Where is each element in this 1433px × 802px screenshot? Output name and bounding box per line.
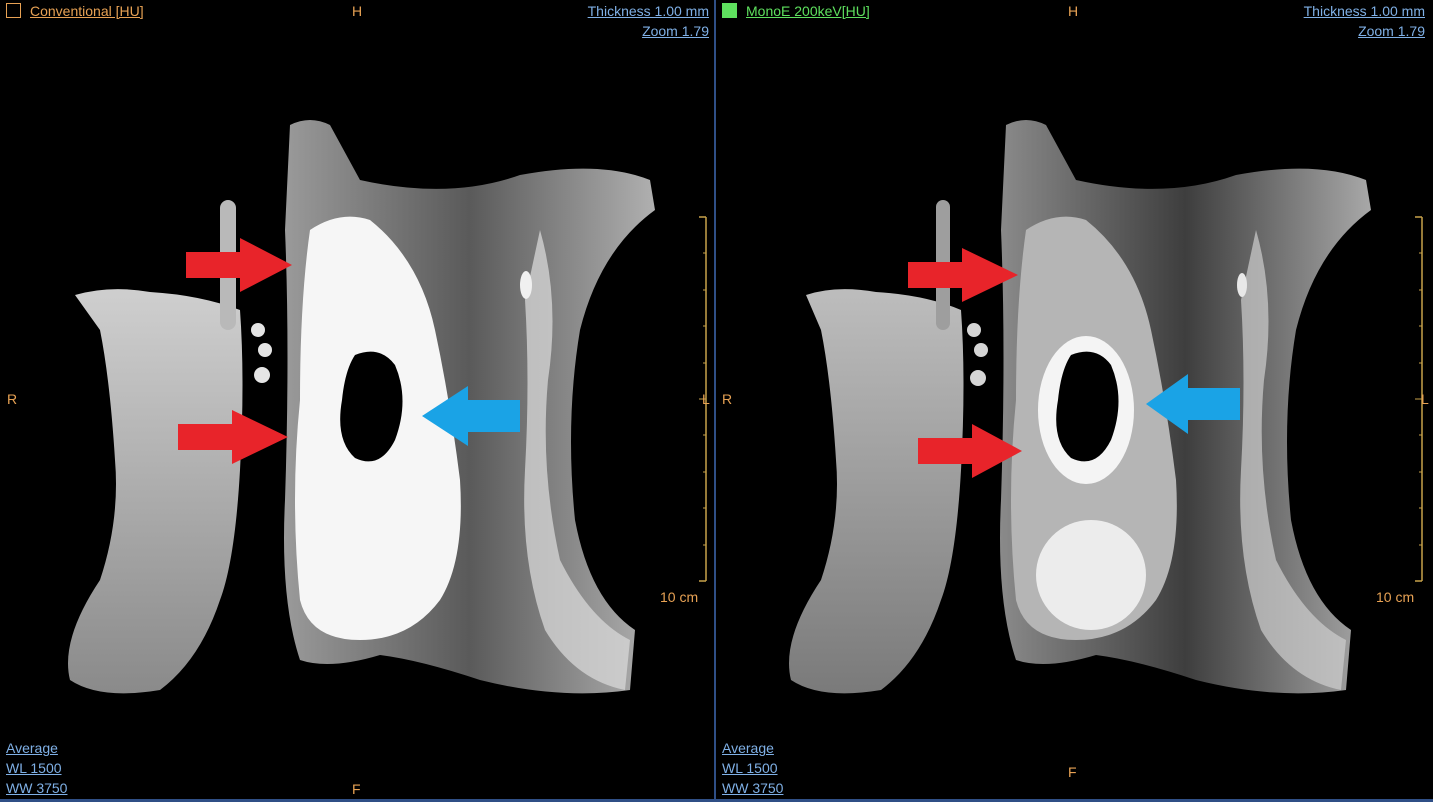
blob xyxy=(251,323,265,337)
blob xyxy=(967,323,981,337)
blob xyxy=(974,343,988,357)
window-width[interactable]: WW 3750 xyxy=(6,780,67,796)
orientation-right: L xyxy=(702,391,710,407)
ct-image-conventional[interactable] xyxy=(0,0,714,802)
series-label[interactable]: Conventional [HU] xyxy=(30,3,144,19)
projection-mode[interactable]: Average xyxy=(722,740,774,756)
fragment xyxy=(68,289,243,694)
viewport-conventional[interactable]: Conventional [HU] H F R L Thickness 1.00… xyxy=(0,0,715,802)
series-color-swatch[interactable] xyxy=(6,3,21,18)
dense-area xyxy=(1036,520,1146,630)
zoom-level[interactable]: Zoom 1.79 xyxy=(642,23,709,39)
slice-thickness[interactable]: Thickness 1.00 mm xyxy=(1304,3,1425,19)
blob xyxy=(520,271,532,299)
viewport-monoe[interactable]: MonoE 200keV[HU] H F R L Thickness 1.00 … xyxy=(716,0,1433,802)
blob xyxy=(258,343,272,357)
orientation-left: R xyxy=(722,391,733,407)
projection-mode[interactable]: Average xyxy=(6,740,58,756)
window-width[interactable]: WW 3750 xyxy=(722,780,783,796)
orientation-left: R xyxy=(7,391,18,407)
scale-label: 10 cm xyxy=(1376,589,1415,605)
orientation-top: H xyxy=(352,3,363,19)
red-arrow-upper xyxy=(186,238,292,292)
window-level[interactable]: WL 1500 xyxy=(722,760,778,776)
series-color-swatch[interactable] xyxy=(722,3,737,18)
red-arrow-upper xyxy=(908,248,1018,302)
orientation-top: H xyxy=(1068,3,1079,19)
series-label[interactable]: MonoE 200keV[HU] xyxy=(746,3,870,19)
orientation-bottom: F xyxy=(1068,764,1077,780)
blob xyxy=(970,370,986,386)
ct-image-monoe[interactable] xyxy=(716,0,1433,802)
scale-label: 10 cm xyxy=(660,589,699,605)
window-level[interactable]: WL 1500 xyxy=(6,760,62,776)
blob xyxy=(254,367,270,383)
orientation-right: L xyxy=(1421,391,1429,407)
fragment xyxy=(789,289,964,694)
orientation-bottom: F xyxy=(352,781,361,797)
slice-thickness[interactable]: Thickness 1.00 mm xyxy=(588,3,709,19)
ct-viewer: Conventional [HU] H F R L Thickness 1.00… xyxy=(0,0,1433,802)
zoom-level[interactable]: Zoom 1.79 xyxy=(1358,23,1425,39)
blob xyxy=(1237,273,1247,297)
